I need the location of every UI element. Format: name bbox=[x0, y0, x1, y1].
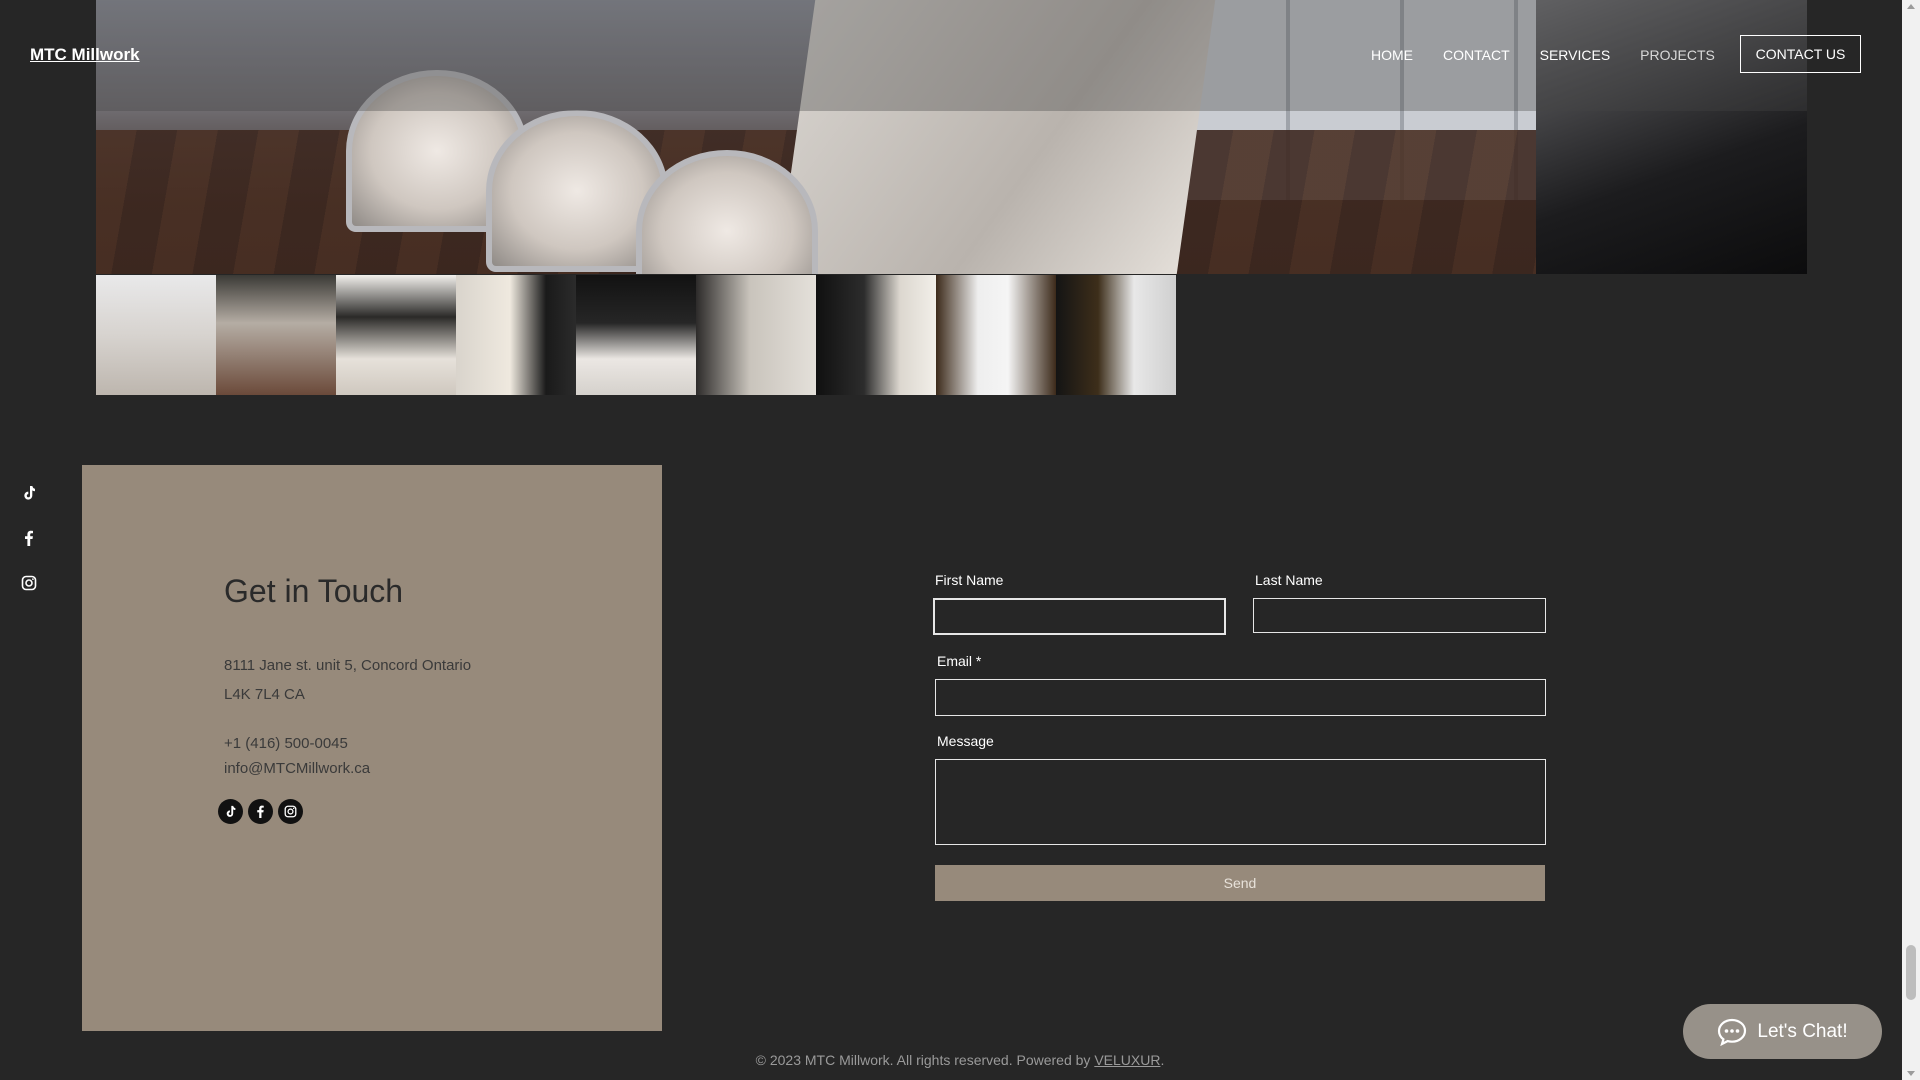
copyright-text: © 2023 MTC Millwork. All rights reserved… bbox=[755, 1052, 1095, 1068]
gallery-thumbnail[interactable] bbox=[456, 275, 576, 395]
gallery-thumbnail[interactable] bbox=[696, 275, 816, 395]
contact-info-panel: Get in Touch 8111 Jane st. unit 5, Conco… bbox=[82, 465, 662, 1031]
nav-contact[interactable]: CONTACT bbox=[1443, 47, 1510, 63]
first-name-field[interactable] bbox=[933, 598, 1226, 635]
nav-home[interactable]: HOME bbox=[1371, 47, 1413, 63]
phone-number[interactable]: +1 (416) 500-0045 bbox=[224, 735, 348, 752]
gallery-thumbnail[interactable] bbox=[576, 275, 696, 395]
gallery-thumbnail[interactable] bbox=[1056, 275, 1176, 395]
first-name-label: First Name bbox=[935, 572, 1004, 588]
scroll-up-arrow-icon[interactable] bbox=[1907, 4, 1915, 9]
site-logo[interactable]: MTC Millwork bbox=[30, 45, 140, 65]
gallery-thumbnail[interactable] bbox=[96, 275, 216, 395]
message-label: Message bbox=[937, 733, 994, 749]
chat-label: Let's Chat! bbox=[1757, 1020, 1848, 1042]
facebook-icon[interactable] bbox=[248, 799, 273, 824]
copyright-end: . bbox=[1160, 1052, 1165, 1068]
message-field[interactable] bbox=[935, 759, 1546, 845]
scroll-down-arrow-icon[interactable] bbox=[1907, 1071, 1915, 1076]
email-field[interactable] bbox=[935, 679, 1546, 716]
nav-projects[interactable]: PROJECTS bbox=[1640, 47, 1715, 63]
panel-social-links bbox=[218, 799, 303, 824]
page-scrollbar[interactable] bbox=[1902, 0, 1920, 1080]
social-sidebar bbox=[20, 484, 40, 619]
site-header: MTC Millwork HOME CONTACT SERVICES PROJE… bbox=[0, 0, 1920, 111]
chat-widget-button[interactable]: Let's Chat! bbox=[1683, 1004, 1882, 1059]
tiktok-icon[interactable] bbox=[20, 484, 38, 502]
veluxur-link[interactable]: VELUXUR bbox=[1094, 1052, 1160, 1068]
nav-services[interactable]: SERVICES bbox=[1540, 47, 1611, 63]
gallery-thumbnail[interactable] bbox=[216, 275, 336, 395]
email-link[interactable]: info@MTCMillwork.ca bbox=[224, 760, 370, 777]
instagram-icon[interactable] bbox=[20, 574, 38, 592]
contact-heading: Get in Touch bbox=[224, 573, 404, 609]
footer: © 2023 MTC Millwork. All rights reserved… bbox=[0, 1052, 1920, 1068]
facebook-icon[interactable] bbox=[20, 529, 38, 547]
address: 8111 Jane st. unit 5, Concord Ontario L4… bbox=[224, 651, 471, 709]
last-name-label: Last Name bbox=[1255, 572, 1323, 588]
gallery-thumbnail[interactable] bbox=[816, 275, 936, 395]
gallery-thumbnails bbox=[96, 275, 1176, 395]
address-line-2: L4K 7L4 CA bbox=[224, 686, 305, 703]
gallery-thumbnail[interactable] bbox=[336, 275, 456, 395]
scrollbar-thumb[interactable] bbox=[1906, 945, 1916, 1000]
chat-bubble-icon bbox=[1718, 1018, 1747, 1046]
main-nav: HOME CONTACT SERVICES PROJECTS bbox=[1371, 47, 1745, 63]
last-name-field[interactable] bbox=[1253, 598, 1546, 633]
instagram-icon[interactable] bbox=[278, 799, 303, 824]
address-line-1: 8111 Jane st. unit 5, Concord Ontario bbox=[224, 657, 472, 674]
contact-us-button[interactable]: CONTACT US bbox=[1740, 35, 1861, 73]
email-label: Email * bbox=[937, 653, 982, 669]
gallery-thumbnail[interactable] bbox=[936, 275, 1056, 395]
send-button[interactable]: Send bbox=[935, 865, 1545, 901]
tiktok-icon[interactable] bbox=[218, 799, 243, 824]
